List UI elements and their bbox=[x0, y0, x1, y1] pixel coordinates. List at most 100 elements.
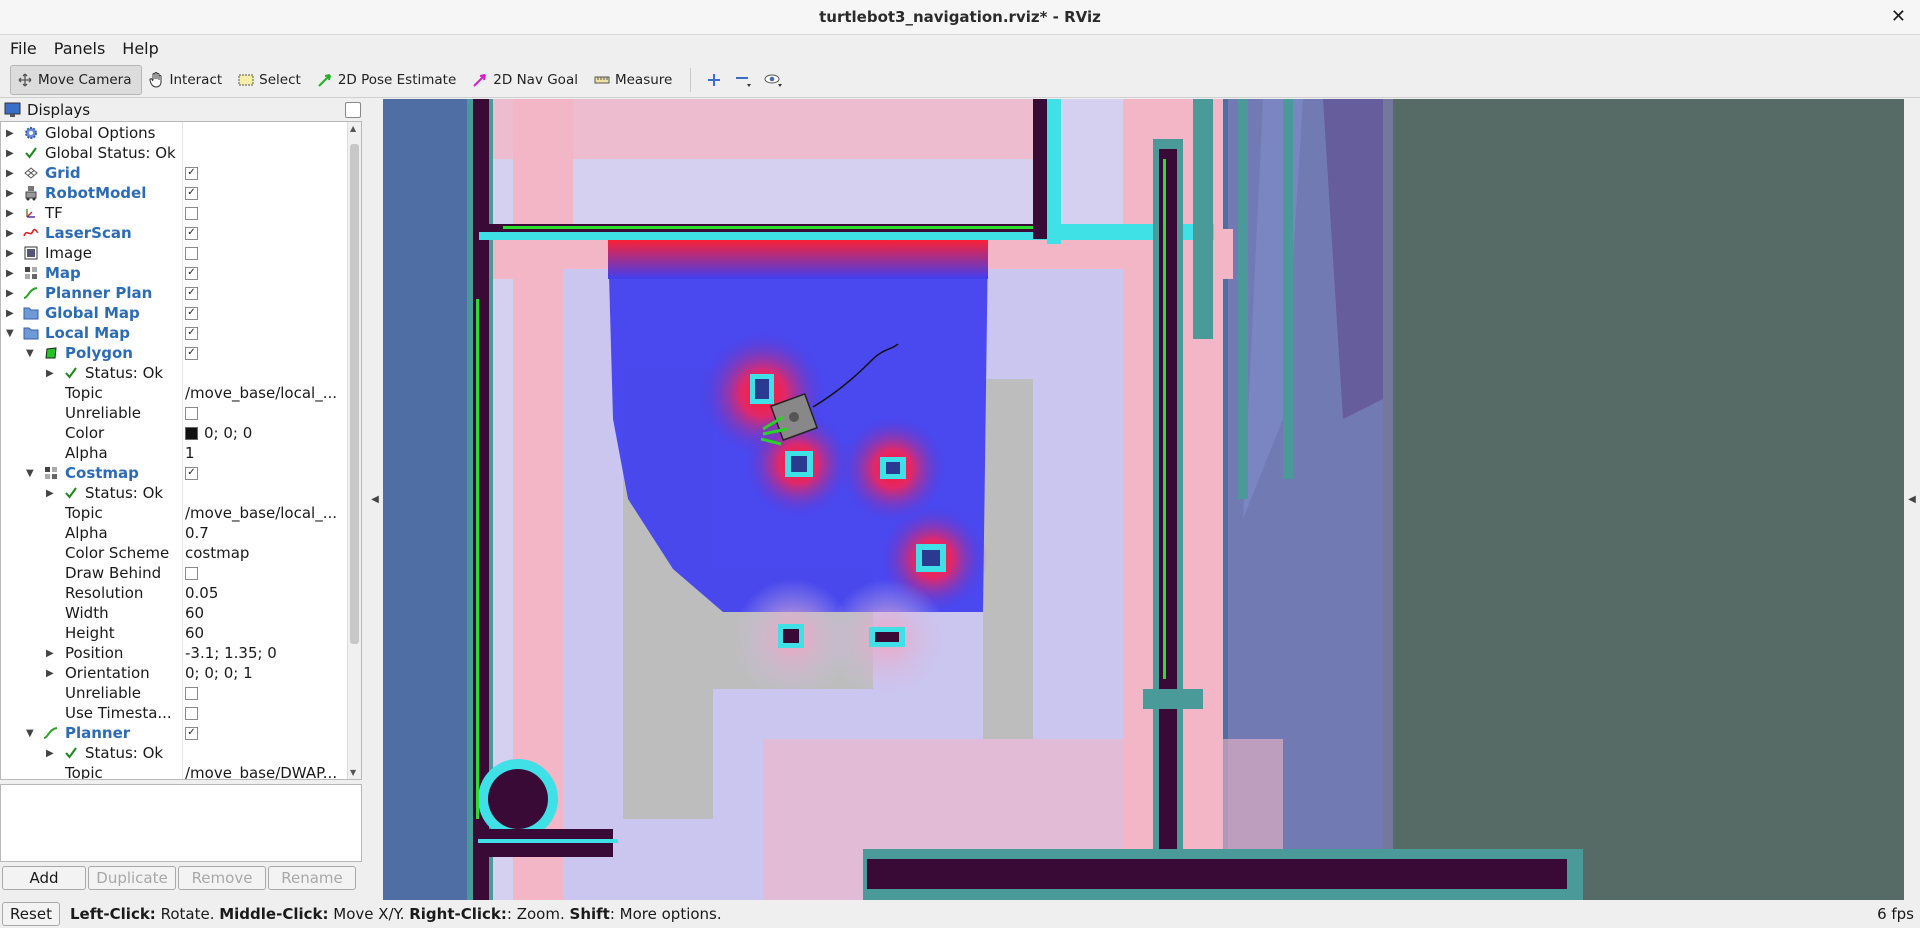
display-row[interactable]: Unreliable bbox=[1, 403, 349, 423]
expand-arrow-icon[interactable]: ▶ bbox=[6, 208, 14, 219]
property-row[interactable]: ▶ Position -3.1; 1.35; 0 bbox=[1, 643, 349, 663]
duplicate-display-button[interactable]: Duplicate bbox=[88, 866, 176, 890]
visibility-checkbox[interactable]: ✓ bbox=[185, 186, 198, 200]
tool-2d-pose-estimate[interactable]: 2D Pose Estimate bbox=[311, 65, 466, 95]
display-row[interactable]: ▼ Planner ✓ bbox=[1, 723, 349, 743]
expand-arrow-icon[interactable]: ▶ bbox=[6, 268, 14, 279]
expand-arrow-icon[interactable]: ▶ bbox=[6, 288, 14, 299]
property-row[interactable]: Topic/move_base/DWAP... bbox=[1, 763, 349, 779]
row-value[interactable]: 60 bbox=[185, 624, 204, 642]
property-row[interactable]: ▶ Orientation 0; 0; 0; 1 bbox=[1, 663, 349, 683]
display-row[interactable]: ▶ TF bbox=[1, 203, 349, 223]
property-row[interactable]: Height 60 bbox=[1, 623, 349, 643]
display-row[interactable]: Use Timesta... bbox=[1, 703, 349, 723]
expand-arrow-icon[interactable]: ▶ bbox=[6, 308, 14, 319]
view-options-button[interactable] bbox=[759, 65, 789, 95]
visibility-checkbox[interactable] bbox=[185, 406, 198, 420]
display-row[interactable]: ▼ Polygon ✓ bbox=[1, 343, 349, 363]
expand-arrow-icon[interactable]: ▶ bbox=[46, 668, 54, 679]
tool-move-camera[interactable]: Move Camera bbox=[10, 64, 143, 95]
collapse-arrow-icon[interactable]: ▼ bbox=[26, 728, 34, 739]
display-row[interactable]: ▶ Status: Ok bbox=[1, 483, 349, 503]
row-value[interactable]: costmap bbox=[185, 544, 249, 562]
scroll-up-icon[interactable]: ▲ bbox=[350, 124, 356, 133]
row-value[interactable]: ✓ bbox=[185, 466, 198, 480]
row-value[interactable]: ✓ bbox=[185, 226, 198, 240]
tool-2d-nav-goal[interactable]: 2D Nav Goal bbox=[466, 65, 588, 95]
visibility-checkbox[interactable] bbox=[185, 686, 198, 700]
display-row[interactable]: ▶ Grid ✓ bbox=[1, 163, 349, 183]
row-value[interactable] bbox=[185, 206, 198, 220]
visibility-checkbox[interactable] bbox=[185, 706, 198, 720]
row-value[interactable]: ✓ bbox=[185, 306, 198, 320]
row-value[interactable]: 0; 0; 0 bbox=[185, 424, 252, 442]
expand-arrow-icon[interactable]: ▶ bbox=[46, 648, 54, 659]
property-row[interactable]: Resolution 0.05 bbox=[1, 583, 349, 603]
visibility-checkbox[interactable]: ✓ bbox=[185, 266, 198, 280]
expand-arrow-icon[interactable]: ▶ bbox=[6, 168, 14, 179]
property-row[interactable]: Alpha 1 bbox=[1, 443, 349, 463]
collapse-arrow-icon[interactable]: ▼ bbox=[26, 348, 34, 359]
expand-arrow-icon[interactable]: ▶ bbox=[46, 488, 54, 499]
display-row[interactable]: ▶ Global Map ✓ bbox=[1, 303, 349, 323]
property-row[interactable]: Color 0; 0; 0 bbox=[1, 423, 349, 443]
expand-arrow-icon[interactable]: ▶ bbox=[46, 368, 54, 379]
visibility-checkbox[interactable]: ✓ bbox=[185, 226, 198, 240]
row-value[interactable]: 0.7 bbox=[185, 524, 209, 542]
rename-display-button[interactable]: Rename bbox=[268, 866, 356, 890]
column-divider[interactable] bbox=[182, 122, 183, 779]
row-value[interactable] bbox=[185, 406, 198, 420]
display-row[interactable]: ▶ Planner Plan ✓ bbox=[1, 283, 349, 303]
menu-panels[interactable]: Panels bbox=[44, 39, 113, 58]
panel-float-button[interactable] bbox=[345, 102, 361, 118]
display-row[interactable]: ▼ Costmap ✓ bbox=[1, 463, 349, 483]
expand-arrow-icon[interactable]: ▶ bbox=[6, 248, 14, 259]
property-row[interactable]: Topic/move_base/local_... bbox=[1, 503, 349, 523]
tool-measure[interactable]: Measure bbox=[588, 65, 682, 95]
display-row[interactable]: ▶ Image bbox=[1, 243, 349, 263]
row-value[interactable] bbox=[185, 686, 198, 700]
row-value[interactable]: ✓ bbox=[185, 266, 198, 280]
expand-arrow-icon[interactable]: ▶ bbox=[6, 188, 14, 199]
display-row[interactable]: ▶ LaserScan ✓ bbox=[1, 223, 349, 243]
add-display-button[interactable]: Add bbox=[2, 866, 86, 890]
row-value[interactable]: ✓ bbox=[185, 346, 198, 360]
expand-arrow-icon[interactable]: ▶ bbox=[46, 748, 54, 759]
visibility-checkbox[interactable]: ✓ bbox=[185, 306, 198, 320]
visibility-checkbox[interactable] bbox=[185, 206, 198, 220]
display-row[interactable]: Unreliable bbox=[1, 683, 349, 703]
visibility-checkbox[interactable] bbox=[185, 246, 198, 260]
display-row[interactable]: Draw Behind bbox=[1, 563, 349, 583]
row-value[interactable]: ✓ bbox=[185, 726, 198, 740]
display-row[interactable]: ▶ RobotModel ✓ bbox=[1, 183, 349, 203]
visibility-checkbox[interactable]: ✓ bbox=[185, 346, 198, 360]
add-tool-button[interactable] bbox=[699, 65, 729, 95]
scroll-down-icon[interactable]: ▼ bbox=[350, 768, 356, 777]
row-value[interactable]: 1 bbox=[185, 444, 195, 462]
display-row[interactable]: ▶ Global Status: Ok bbox=[1, 143, 349, 163]
property-row[interactable]: Topic/move_base/local_... bbox=[1, 383, 349, 403]
display-row[interactable]: ▶ Status: Ok bbox=[1, 743, 349, 763]
collapse-arrow-icon[interactable]: ▼ bbox=[26, 468, 34, 479]
row-value[interactable]: ✓ bbox=[185, 286, 198, 300]
row-value[interactable]: /move_base/local_... bbox=[185, 384, 337, 402]
color-swatch[interactable] bbox=[185, 426, 198, 440]
row-value[interactable]: 0.05 bbox=[185, 584, 218, 602]
visibility-checkbox[interactable] bbox=[185, 566, 198, 580]
visibility-checkbox[interactable]: ✓ bbox=[185, 166, 198, 180]
display-row[interactable]: ▼ Local Map ✓ bbox=[1, 323, 349, 343]
row-value[interactable]: -3.1; 1.35; 0 bbox=[185, 644, 277, 662]
tool-interact[interactable]: Interact bbox=[142, 65, 232, 95]
menu-file[interactable]: File bbox=[0, 39, 44, 58]
right-dock-expand-icon[interactable]: ◀ bbox=[1905, 99, 1919, 900]
row-value[interactable] bbox=[185, 246, 198, 260]
reset-button[interactable]: Reset bbox=[2, 902, 60, 926]
close-icon[interactable]: ✕ bbox=[1891, 6, 1906, 27]
menu-help[interactable]: Help bbox=[112, 39, 165, 58]
left-dock-collapse-icon[interactable]: ◀ bbox=[368, 99, 382, 900]
visibility-checkbox[interactable]: ✓ bbox=[185, 466, 198, 480]
remove-tool-button[interactable] bbox=[729, 65, 759, 95]
collapse-arrow-icon[interactable]: ▼ bbox=[6, 328, 14, 339]
display-row[interactable]: ▶ Global Options bbox=[1, 123, 349, 143]
row-value[interactable]: ✓ bbox=[185, 186, 198, 200]
